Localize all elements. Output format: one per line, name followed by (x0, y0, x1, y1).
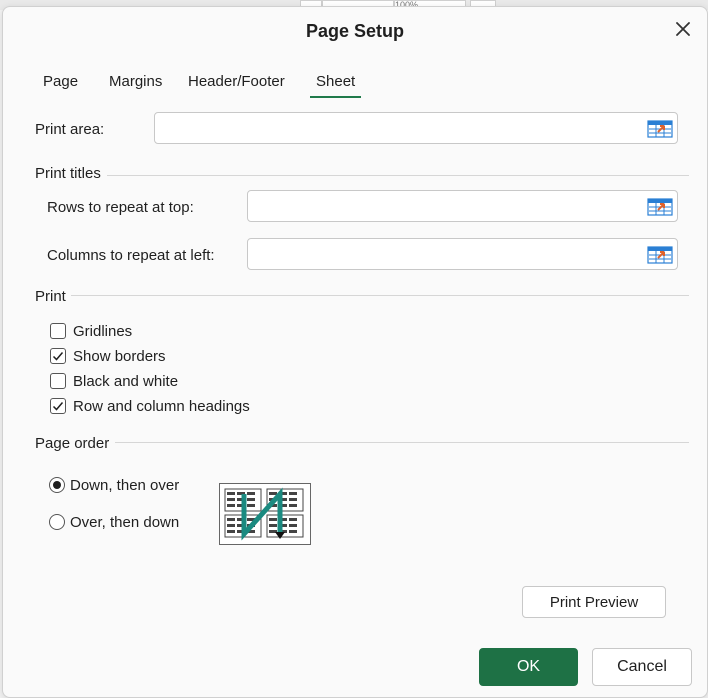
tab-header-footer[interactable]: Header/Footer (188, 71, 285, 98)
rows-to-repeat-field[interactable] (247, 190, 678, 222)
show-borders-label: Show borders (73, 348, 166, 365)
range-selector-icon[interactable] (647, 119, 673, 139)
cancel-button[interactable]: Cancel (592, 648, 692, 686)
black-and-white-label: Black and white (73, 373, 179, 390)
gridlines-checkbox[interactable] (50, 323, 66, 339)
page-order-heading: Page order (35, 435, 110, 452)
section-divider (71, 295, 689, 296)
row-column-headings-checkbox[interactable] (50, 398, 66, 414)
down-then-over-radio[interactable] (49, 477, 65, 493)
print-preview-button[interactable]: Print Preview (522, 586, 666, 618)
tab-bar: Page Margins Header/Footer Sheet (3, 71, 707, 101)
black-and-white-checkbox[interactable] (50, 373, 66, 389)
radio-selected-dot (53, 481, 61, 489)
tab-margins[interactable]: Margins (109, 71, 162, 98)
dialog-title: Page Setup (305, 21, 405, 41)
rows-to-repeat-label: Rows to repeat at top: (47, 199, 194, 216)
show-borders-checkbox[interactable] (50, 348, 66, 364)
section-divider (107, 175, 689, 176)
range-selector-icon[interactable] (647, 245, 673, 265)
tab-page[interactable]: Page (43, 71, 78, 98)
cols-to-repeat-field[interactable] (247, 238, 678, 270)
row-column-headings-label: Row and column headings (73, 398, 250, 415)
gridlines-label: Gridlines (73, 323, 133, 340)
close-icon (676, 22, 690, 36)
print-area-field[interactable] (154, 112, 678, 144)
close-button[interactable] (671, 17, 695, 41)
cols-to-repeat-label: Columns to repeat at left: (47, 247, 215, 264)
page-order-diagram (224, 487, 304, 541)
ok-button[interactable]: OK (479, 648, 578, 686)
print-titles-heading: Print titles (35, 165, 101, 182)
over-then-down-label: Over, then down (70, 514, 180, 531)
over-then-down-radio[interactable] (49, 514, 65, 530)
range-selector-icon[interactable] (647, 197, 673, 217)
tab-sheet[interactable]: Sheet (309, 71, 362, 98)
page-order-preview-icon (219, 483, 311, 545)
rows-to-repeat-input[interactable] (248, 191, 653, 221)
page-setup-dialog: Page Setup Page Margins Header/Footer Sh… (2, 6, 708, 698)
print-area-input[interactable] (155, 113, 653, 143)
section-divider (115, 442, 689, 443)
print-area-label: Print area: (35, 121, 105, 138)
checkmark-icon (52, 402, 64, 411)
cols-to-repeat-input[interactable] (248, 239, 653, 269)
checkmark-icon (52, 352, 64, 361)
down-then-over-label: Down, then over (70, 477, 180, 494)
print-heading: Print (35, 288, 66, 305)
